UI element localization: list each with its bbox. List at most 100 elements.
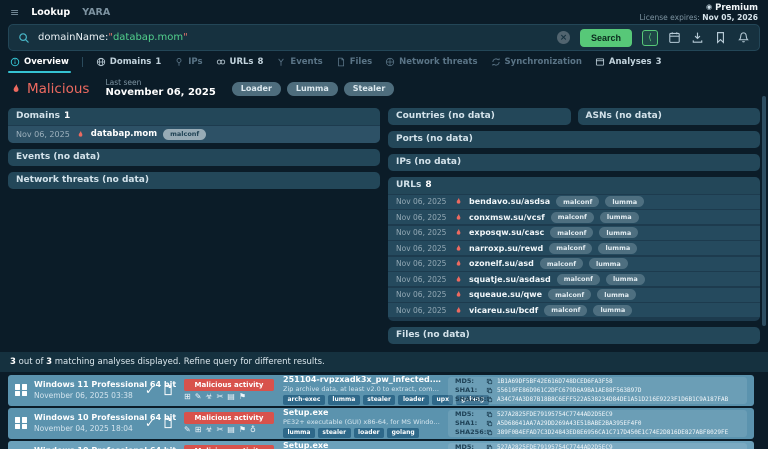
tag-malconf[interactable]: malconf [540, 258, 583, 269]
tag[interactable]: stealer [318, 428, 351, 439]
action-icon[interactable]: ☣ [205, 393, 212, 401]
tab-analyses[interactable]: Analyses3 [595, 57, 662, 67]
url-value[interactable]: narroxp.su/rewd [469, 244, 543, 253]
tag-lumma[interactable]: lumma [605, 196, 644, 207]
calendar-icon[interactable] [668, 31, 681, 44]
scrollbar[interactable] [762, 96, 766, 326]
tag-lumma[interactable]: lumma [606, 274, 645, 285]
tag-malconf[interactable]: malconf [549, 243, 592, 254]
shortcut-icon[interactable]: ⟨ [642, 30, 658, 46]
action-icon[interactable]: ✂ [217, 393, 224, 401]
tag-malconf[interactable]: malconf [551, 212, 594, 223]
copy-icon[interactable] [486, 378, 493, 385]
domain-value[interactable]: databap.mom [91, 129, 157, 139]
action-icon[interactable]: ▤ [227, 393, 235, 401]
url-value[interactable]: bendavo.su/asdsa [469, 197, 550, 206]
copy-icon[interactable] [486, 396, 493, 403]
action-icon[interactable]: ⊞ [195, 426, 202, 434]
url-value[interactable]: squatje.su/asdasd [469, 275, 551, 284]
search-input[interactable]: domainName:"databap.mom" × Search ⟨ [8, 24, 760, 51]
tag[interactable]: golang [387, 428, 419, 439]
url-row[interactable]: Nov 06, 2025 vicareu.su/bcdf malconf lum… [388, 303, 760, 317]
tag[interactable]: lumma [328, 395, 360, 406]
nav-yara[interactable]: YARA [82, 7, 110, 18]
action-icon[interactable]: ♁ [250, 426, 256, 434]
copy-icon[interactable] [486, 429, 493, 436]
tag[interactable]: arch-exec [283, 395, 325, 406]
tag-lumma[interactable]: lumma [589, 258, 628, 269]
tag-lumma[interactable]: lumma [599, 227, 638, 238]
tab-domains[interactable]: Domains1 [96, 57, 161, 67]
copy-icon[interactable] [486, 420, 493, 427]
tab-bar: Overview Domains1 IPs URLs8 Events Files… [0, 55, 768, 73]
tag-malconf[interactable]: malconf [550, 227, 593, 238]
tag-lumma[interactable]: lumma [593, 305, 632, 316]
url-value[interactable]: exposqw.su/casc [469, 228, 544, 237]
url-value[interactable]: vicareu.su/bcdf [469, 306, 538, 315]
url-row[interactable]: Nov 06, 2025 conxmsw.su/vcsf malconf lum… [388, 210, 760, 224]
url-row[interactable]: Nov 06, 2025 exposqw.su/casc malconf lum… [388, 226, 760, 240]
action-icon[interactable]: ⚑ [239, 393, 246, 401]
clear-search-button[interactable]: × [557, 31, 570, 44]
copy-icon[interactable] [486, 444, 493, 449]
sha256-value: 389F0B4EFAD7C3D24843ED8E6956CA1C717D450E… [497, 429, 728, 436]
url-row[interactable]: Nov 06, 2025 squatje.su/asdasd malconf l… [388, 272, 760, 286]
url-row[interactable]: Nov 06, 2025 squeaue.su/qwe malconf lumm… [388, 288, 760, 302]
search-query[interactable]: domainName:"databap.mom" [38, 32, 188, 43]
url-value[interactable]: squeaue.su/qwe [469, 290, 542, 299]
tag-lumma[interactable]: lumma [598, 243, 637, 254]
analysis-row[interactable]: Windows 10 Professional 64 bit November … [8, 441, 754, 449]
tag-malconf[interactable]: malconf [557, 274, 600, 285]
flame-icon [454, 259, 463, 268]
action-icon[interactable]: ☣ [205, 426, 212, 434]
tag-loader[interactable]: Loader [232, 82, 281, 96]
file-name[interactable]: Setup.exe [283, 441, 442, 449]
search-button[interactable]: Search [580, 29, 632, 47]
ips-card-header: IPs (no data) [388, 154, 760, 171]
domain-row[interactable]: Nov 06, 2025 databap.mom malconf [8, 126, 380, 143]
analysis-row[interactable]: Windows 11 Professional 64 bit November … [8, 375, 754, 406]
tag-malconf[interactable]: malconf [548, 289, 591, 300]
copy-icon[interactable] [486, 411, 493, 418]
tab-overview[interactable]: Overview [10, 57, 69, 67]
url-row[interactable]: Nov 06, 2025 ozonelf.su/asd malconf lumm… [388, 257, 760, 271]
url-value[interactable]: conxmsw.su/vcsf [469, 213, 545, 222]
tag-malconf[interactable]: malconf [163, 129, 206, 140]
report-icon[interactable] [162, 414, 184, 433]
tag-lumma[interactable]: lumma [600, 212, 639, 223]
tag-stealer[interactable]: Stealer [344, 82, 395, 96]
action-icon[interactable]: ⚑ [239, 426, 246, 434]
tag[interactable]: loader [354, 428, 385, 439]
tag[interactable]: lumma [283, 428, 315, 439]
download-icon[interactable] [691, 31, 704, 44]
action-icon[interactable]: ✎ [184, 426, 191, 434]
copy-icon[interactable] [486, 387, 493, 394]
windows-logo-icon [15, 417, 27, 429]
url-row[interactable]: Nov 06, 2025 bendavo.su/asdsa malconf lu… [388, 195, 760, 209]
action-icon[interactable]: ✂ [217, 426, 224, 434]
url-value[interactable]: ozonelf.su/asd [469, 259, 534, 268]
action-icon[interactable]: ✎ [195, 393, 202, 401]
verdict: Malicious [10, 81, 89, 97]
file-name[interactable]: Setup.exe [283, 408, 442, 418]
tag-lumma[interactable]: Lumma [287, 82, 338, 96]
url-row[interactable]: Nov 06, 2025 narroxp.su/rewd malconf lum… [388, 241, 760, 255]
menu-icon[interactable]: ≡ [10, 6, 19, 19]
action-icon[interactable]: ⊞ [184, 393, 191, 401]
tag-malconf[interactable]: malconf [556, 196, 599, 207]
divider [82, 57, 83, 67]
tag[interactable]: loader [398, 395, 429, 406]
report-icon[interactable] [162, 381, 184, 400]
bookmark-icon[interactable] [714, 31, 727, 44]
tab-urls[interactable]: URLs8 [216, 57, 264, 67]
nav-lookup[interactable]: Lookup [31, 7, 70, 18]
bell-icon[interactable] [737, 31, 750, 44]
tag-malconf[interactable]: malconf [544, 305, 587, 316]
analysis-row[interactable]: Windows 10 Professional 64 bit November … [8, 408, 754, 439]
hashes: MD5: 1B1A69DF5BF42E616D748DCED6FA3F58 SH… [448, 377, 747, 404]
tab-count: 1 [155, 57, 161, 67]
tag[interactable]: stealer [363, 395, 396, 406]
action-icon[interactable]: ▤ [227, 426, 235, 434]
tag-lumma[interactable]: lumma [597, 289, 636, 300]
file-name[interactable]: 251104-rvpzxadk3x_pw_infected.zip [283, 375, 442, 385]
